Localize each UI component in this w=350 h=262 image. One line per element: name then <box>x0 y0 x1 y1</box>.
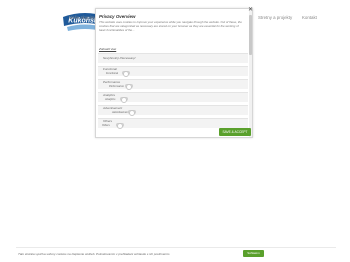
privacy-modal-title: Privacy Overview <box>99 14 136 19</box>
cookie-category-advertisement[interactable]: Advertisement Advertisement <box>98 105 248 116</box>
cookie-bar-text: Táto stránka využíva súbory cookies na z… <box>18 252 171 256</box>
toggle-functional[interactable] <box>122 70 130 77</box>
category-sub-others: Others <box>102 123 110 127</box>
nav-kontakt[interactable]: Kontakt <box>302 15 317 20</box>
cookie-category-necessary[interactable]: Nevyhnutný /Necessary/ <box>98 53 248 63</box>
toggle-advertisement[interactable] <box>128 109 136 116</box>
category-sub-analytics: Analytics <box>105 97 116 101</box>
cookie-category-others[interactable]: Others Others <box>98 118 248 129</box>
toggle-performance[interactable] <box>125 83 133 90</box>
privacy-modal: Privacy Overview This website uses cooki… <box>95 8 253 138</box>
privacy-modal-content[interactable]: Privacy Overview This website uses cooki… <box>96 9 250 137</box>
modal-scroll-thumb[interactable] <box>249 15 252 55</box>
category-sub-functional: Functional <box>106 71 118 75</box>
toggle-analytics[interactable] <box>120 96 128 103</box>
nav-nase-skupiny[interactable]: Naše skupiny <box>69 15 95 20</box>
save-accept-button[interactable]: SAVE & ACCEPT <box>219 128 251 136</box>
accept-cookies-button[interactable]: Súhlasím <box>243 250 264 257</box>
cookie-category-performance[interactable]: Performance Performance <box>98 79 248 90</box>
privacy-modal-description: This website uses cookies to improve you… <box>99 20 242 32</box>
category-sub-advertisement: Advertisement <box>112 110 129 114</box>
cookie-consent-bar: Táto stránka využíva súbory cookies na z… <box>16 247 336 259</box>
modal-scrollbar[interactable] <box>249 9 252 137</box>
cookie-category-functional[interactable]: Functional Functional <box>98 66 248 77</box>
category-label-necessary: Nevyhnutný /Necessary/ <box>103 56 136 60</box>
nav-stretny-projekty[interactable]: Stretny a projekty <box>258 15 292 20</box>
category-sub-performance: Performance <box>109 84 124 88</box>
show-more-link[interactable]: Zobraziť viac <box>99 47 116 51</box>
toggle-others[interactable] <box>116 122 124 129</box>
cookie-category-analytics[interactable]: Analytics Analytics <box>98 92 248 103</box>
close-icon[interactable]: ✕ <box>248 7 253 13</box>
